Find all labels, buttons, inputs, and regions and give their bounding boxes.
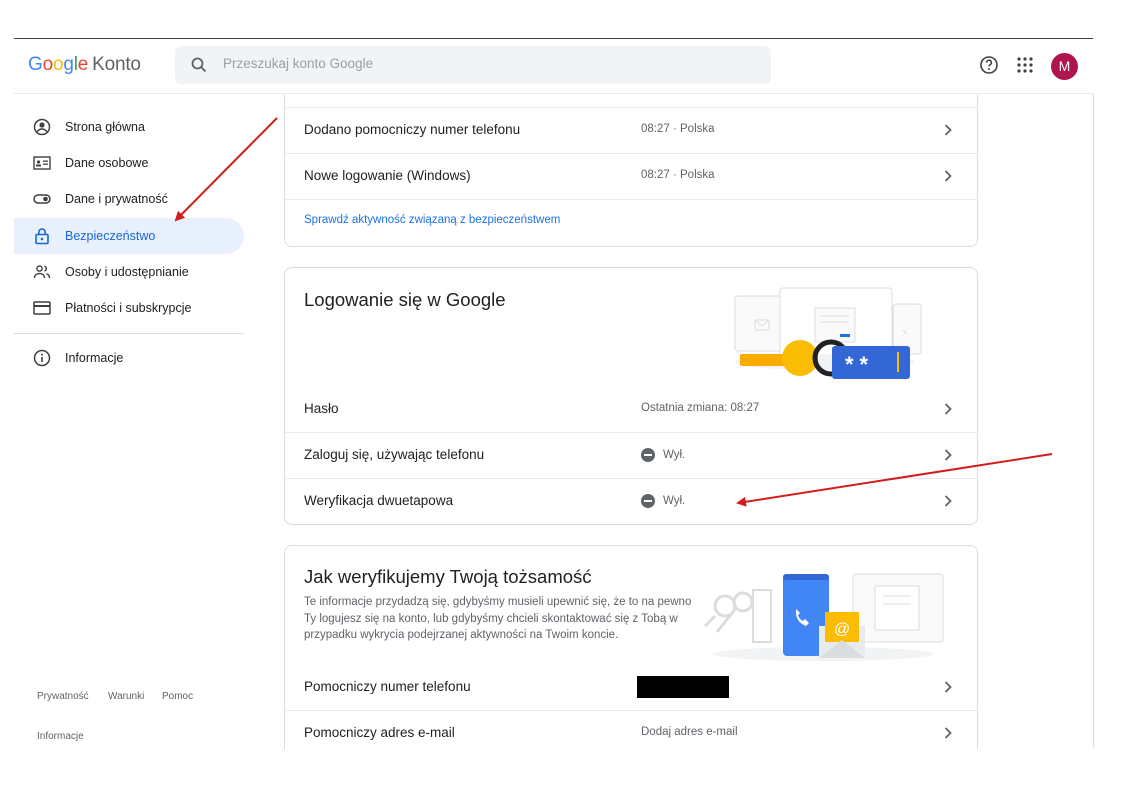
avatar[interactable]: M bbox=[1051, 53, 1078, 80]
chevron-right-icon bbox=[944, 681, 952, 693]
sidebar-item-label: Płatności i subskrypcje bbox=[65, 301, 192, 315]
product-name: Konto bbox=[92, 54, 141, 75]
row-label: Dodano pomocniczy numer telefonu bbox=[304, 122, 521, 137]
sidebar-item-privacy[interactable]: Dane i prywatność bbox=[14, 181, 244, 217]
google-account-logo[interactable]: Google Konto bbox=[28, 54, 141, 76]
search-icon[interactable] bbox=[191, 57, 207, 73]
card-title: Logowanie się w Google bbox=[304, 289, 506, 310]
row-value: Wył. bbox=[663, 449, 686, 462]
svg-text:@: @ bbox=[834, 621, 850, 638]
sidebar-item-about[interactable]: Informacje bbox=[14, 340, 244, 376]
card-title: Jak weryfikujemy Twoją tożsamość bbox=[304, 566, 592, 587]
footer-about-link[interactable]: Informacje bbox=[37, 731, 84, 742]
footer-terms-link[interactable]: Warunki bbox=[108, 691, 144, 702]
activity-row-added-phone[interactable]: Dodano pomocniczy numer telefonu 08:27 ·… bbox=[285, 107, 977, 153]
footer-help-link[interactable]: Pomoc bbox=[162, 691, 193, 702]
verify-row-recovery-phone[interactable]: Pomocniczy numer telefonu bbox=[285, 664, 977, 710]
chevron-right-icon bbox=[944, 170, 952, 182]
chevron-right-icon bbox=[944, 495, 952, 507]
row-label: Hasło bbox=[304, 401, 339, 416]
redacted-phone-number bbox=[637, 676, 729, 698]
chevron-right-icon bbox=[944, 403, 952, 415]
password-mask-text: ** bbox=[845, 352, 874, 377]
signin-illustration: ** bbox=[734, 287, 922, 379]
window-right-edge bbox=[1093, 38, 1094, 748]
sidebar-item-payments[interactable]: Płatności i subskrypcje bbox=[14, 290, 244, 326]
top-bar: GoogleKonto M bbox=[14, 39, 1094, 94]
signin-card: Logowanie się w Google ** Hasło Ostatnia… bbox=[284, 267, 978, 525]
sidebar-item-people-sharing[interactable]: Osoby i udostępnianie bbox=[14, 254, 244, 290]
sidebar-divider bbox=[14, 333, 244, 334]
row-label: Nowe logowanie (Windows) bbox=[304, 168, 471, 183]
id-card-icon bbox=[33, 156, 51, 170]
apps-grid-icon[interactable] bbox=[1016, 56, 1034, 74]
info-icon bbox=[33, 349, 51, 367]
signin-row-password[interactable]: Hasło Ostatnia zmiana: 08:27 bbox=[285, 386, 977, 432]
app-window: GoogleKonto M Strona główna Dane osobowe… bbox=[14, 38, 1094, 749]
sidebar-item-security[interactable]: Bezpieczeństwo bbox=[14, 218, 244, 254]
sidebar-item-home[interactable]: Strona główna bbox=[14, 109, 244, 145]
status-off: Wył. bbox=[641, 494, 685, 508]
row-value: 08:27 · Polska bbox=[641, 123, 715, 135]
security-activity-link-row: Sprawdź aktywność związaną z bezpieczeńs… bbox=[285, 199, 977, 245]
row-label: Pomocniczy numer telefonu bbox=[304, 679, 471, 694]
status-off: Wył. bbox=[641, 448, 685, 462]
sidebar-item-label: Dane i prywatność bbox=[65, 192, 168, 206]
sidebar-item-label: Strona główna bbox=[65, 120, 145, 134]
row-label: Pomocniczy adres e-mail bbox=[304, 725, 455, 740]
row-value: 08:27 · Polska bbox=[641, 169, 715, 181]
row-value: Dodaj adres e-mail bbox=[641, 726, 738, 738]
signin-row-phone-signin[interactable]: Zaloguj się, używając telefonu Wył. bbox=[285, 432, 977, 478]
chevron-right-icon bbox=[944, 727, 952, 739]
sidebar-item-label: Informacje bbox=[65, 351, 124, 365]
sidebar-item-label: Dane osobowe bbox=[65, 156, 149, 170]
activity-row-new-signin[interactable]: Nowe logowanie (Windows) 08:27 · Polska bbox=[285, 153, 977, 199]
off-status-icon bbox=[641, 494, 655, 508]
lock-icon bbox=[35, 228, 49, 245]
verification-illustration: @ bbox=[703, 573, 944, 661]
sidebar-item-label: Bezpieczeństwo bbox=[65, 229, 156, 243]
row-value: Ostatnia zmiana: 08:27 bbox=[641, 402, 760, 414]
help-icon[interactable] bbox=[979, 55, 999, 75]
review-security-activity-link[interactable]: Sprawdź aktywność związaną z bezpieczeńs… bbox=[304, 214, 560, 226]
sidebar-item-personal-info[interactable]: Dane osobowe bbox=[14, 145, 244, 181]
row-value: Wył. bbox=[663, 495, 686, 508]
account-circle-icon bbox=[33, 118, 51, 136]
footer-privacy-link[interactable]: Prywatność bbox=[37, 691, 89, 702]
sidebar-item-label: Osoby i udostępnianie bbox=[65, 265, 189, 279]
row-label: Zaloguj się, używając telefonu bbox=[304, 447, 485, 462]
identity-verification-card: Jak weryfikujemy Twoją tożsamość Te info… bbox=[284, 545, 978, 749]
verify-row-recovery-email[interactable]: Pomocniczy adres e-mail Dodaj adres e-ma… bbox=[285, 710, 977, 749]
off-status-icon bbox=[641, 448, 655, 462]
chevron-right-icon bbox=[944, 449, 952, 461]
toggle-icon bbox=[33, 194, 51, 204]
people-icon bbox=[33, 265, 51, 279]
chevron-right-icon bbox=[944, 124, 952, 136]
row-label: Weryfikacja dwuetapowa bbox=[304, 493, 454, 508]
search-input[interactable] bbox=[221, 55, 725, 72]
card-description: Te informacje przydadzą się, gdybyśmy mu… bbox=[304, 596, 692, 641]
signin-row-2step-verification[interactable]: Weryfikacja dwuetapowa Wył. bbox=[285, 478, 977, 524]
credit-card-icon bbox=[33, 301, 51, 315]
search-box[interactable] bbox=[175, 46, 771, 84]
